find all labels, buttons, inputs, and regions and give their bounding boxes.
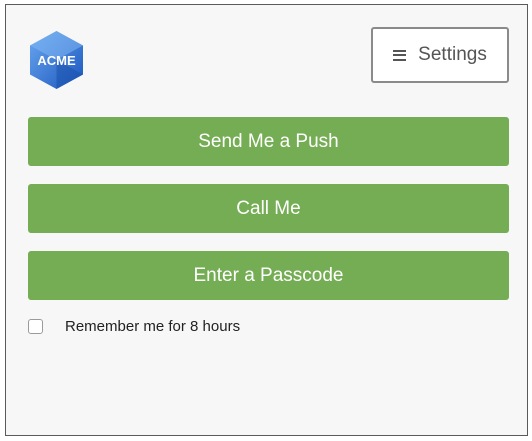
enter-passcode-label: Enter a Passcode: [193, 264, 344, 286]
enter-passcode-button[interactable]: Enter a Passcode: [28, 251, 509, 300]
send-push-label: Send Me a Push: [198, 130, 339, 152]
acme-logo-icon: ACME: [30, 31, 83, 89]
remember-me-label: Remember me for 8 hours: [65, 318, 241, 335]
logo-text: ACME: [37, 53, 76, 68]
acme-logo: ACME: [28, 30, 85, 90]
settings-label: Settings: [418, 44, 487, 65]
call-me-button[interactable]: Call Me: [28, 184, 509, 233]
call-me-label: Call Me: [236, 197, 301, 219]
settings-button[interactable]: Settings: [371, 27, 509, 83]
remember-me-row: Remember me for 8 hours: [28, 318, 240, 335]
remember-me-checkbox[interactable]: [28, 319, 43, 334]
auth-prompt-panel: ACME Settings Send Me a Push Call Me Ent…: [5, 4, 528, 436]
hamburger-menu-icon: [393, 49, 407, 61]
send-push-button[interactable]: Send Me a Push: [28, 117, 509, 166]
